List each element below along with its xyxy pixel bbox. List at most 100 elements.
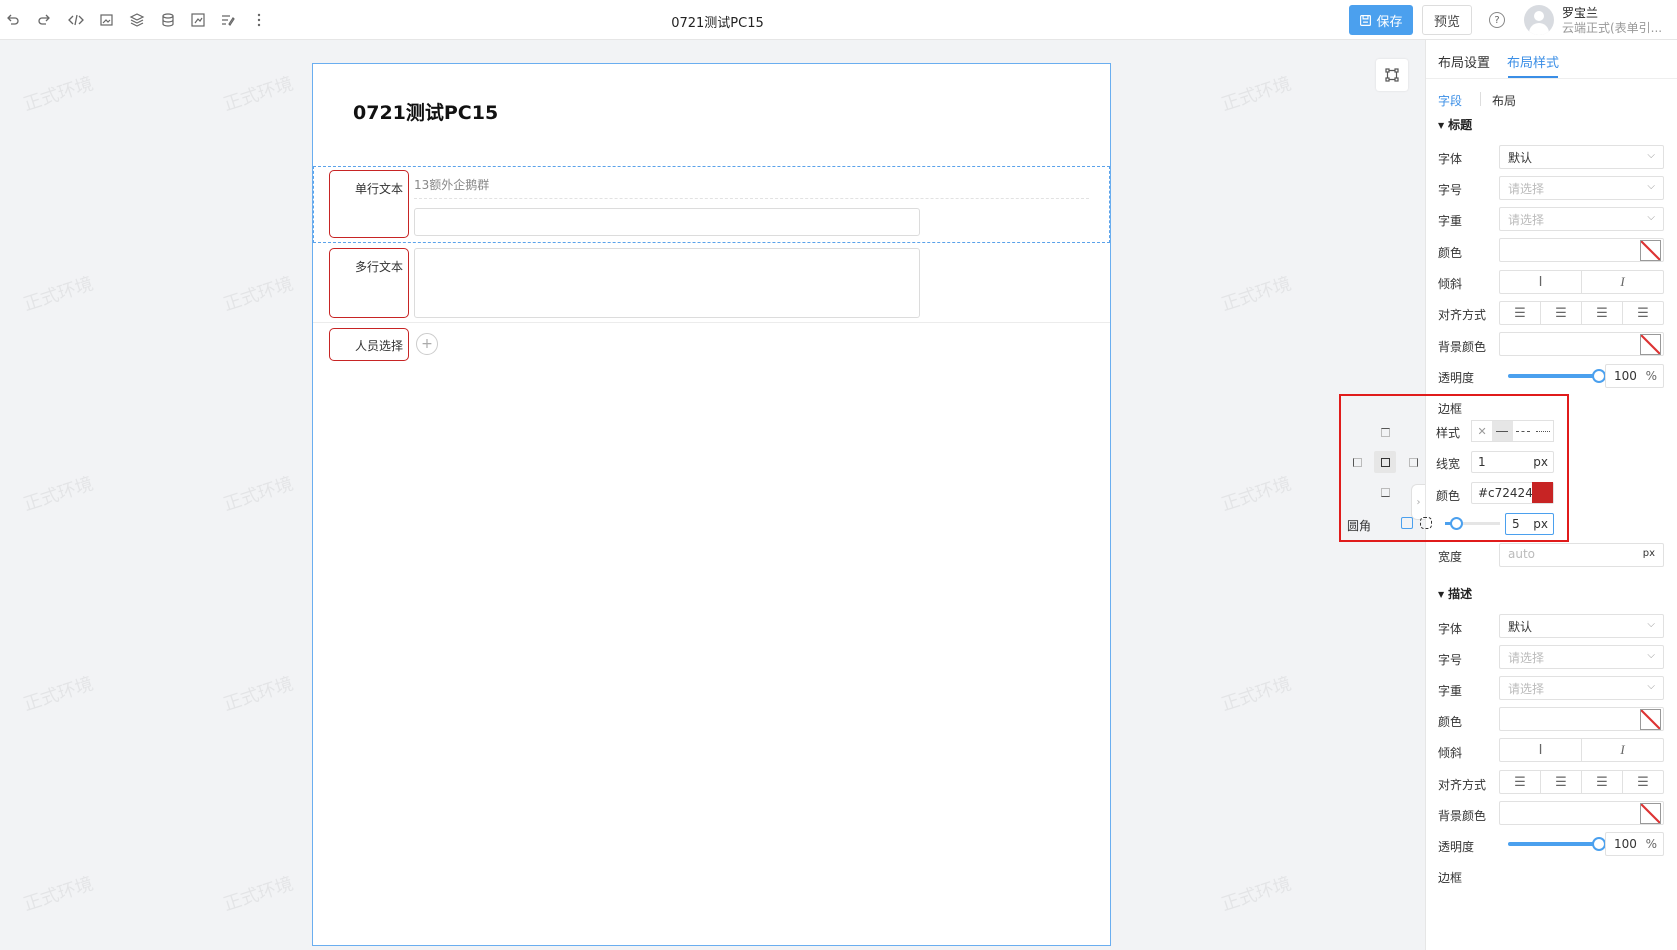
desc-weight-label: 字重	[1438, 684, 1463, 698]
no-color-swatch[interactable]	[1640, 240, 1661, 261]
caret-down-icon: ▼	[1438, 590, 1445, 599]
opacity-value: 100	[1614, 837, 1637, 851]
field-label-single-line[interactable]: 单行文本	[329, 170, 409, 238]
help-icon[interactable]: ?	[1489, 12, 1505, 28]
avatar[interactable]	[1524, 5, 1554, 35]
description-divider	[414, 198, 1089, 199]
watermark: 正式环境	[220, 873, 296, 916]
normal-text-icon[interactable]: I	[1500, 271, 1582, 293]
database-icon[interactable]	[159, 11, 177, 29]
align-left-icon[interactable]: ☰	[1500, 302, 1541, 324]
chevron-down-icon: ⌵	[1647, 150, 1655, 161]
title-opacity-slider[interactable]	[1508, 374, 1600, 378]
desc-weight-placeholder: 请选择	[1508, 682, 1545, 696]
no-color-swatch[interactable]	[1640, 709, 1661, 730]
width-placeholder: auto	[1508, 547, 1536, 561]
no-color-swatch[interactable]	[1640, 803, 1661, 824]
normal-text-icon[interactable]: I	[1500, 739, 1582, 761]
desc-bg-label: 背景颜色	[1438, 809, 1487, 823]
title-section-header[interactable]: ▼ 标题	[1438, 116, 1472, 133]
title-font-select[interactable]: 默认 ⌵	[1499, 145, 1664, 169]
redo-icon[interactable]	[35, 11, 53, 29]
layout-tool-icon[interactable]	[1376, 59, 1408, 91]
desc-weight-select[interactable]: 请选择 ⌵	[1499, 676, 1664, 700]
title-opacity-input[interactable]: 100%	[1605, 364, 1664, 388]
title-color-field[interactable]	[1499, 238, 1664, 262]
italic-icon[interactable]: I	[1582, 271, 1663, 293]
opacity-value: 100	[1614, 369, 1637, 383]
desc-italic-label: 倾斜	[1438, 746, 1463, 760]
align-left-icon[interactable]: ☰	[1500, 771, 1541, 793]
chart-icon[interactable]	[189, 11, 207, 29]
desc-bg-color-field[interactable]	[1499, 801, 1664, 825]
title-bg-color-field[interactable]	[1499, 332, 1664, 356]
chevron-down-icon: ⌵	[1647, 212, 1655, 223]
user-org[interactable]: 云端正式(表单引...	[1562, 19, 1672, 36]
align-justify-icon[interactable]: ☰	[1623, 302, 1663, 324]
watermark: 正式环境	[20, 273, 96, 316]
single-line-input[interactable]	[414, 208, 920, 236]
row-divider	[313, 322, 1110, 323]
preview-button[interactable]: 预览	[1422, 5, 1472, 35]
watermark: 正式环境	[220, 73, 296, 116]
watermark: 正式环境	[1218, 73, 1294, 116]
title-weight-select[interactable]: 请选择 ⌵	[1499, 207, 1664, 231]
italic-icon[interactable]: I	[1582, 739, 1663, 761]
align-right-icon[interactable]: ☰	[1582, 302, 1623, 324]
desc-opacity-slider[interactable]	[1508, 842, 1600, 846]
image-icon[interactable]	[98, 11, 116, 29]
title-bg-label: 背景颜色	[1438, 340, 1487, 354]
desc-opacity-label: 透明度	[1438, 840, 1475, 854]
title-opacity-label: 透明度	[1438, 371, 1475, 385]
top-toolbar: 0721测试PC15 保存 预览 ? 罗宝兰 云端正式(表单引...	[0, 0, 1677, 40]
tab-divider	[1426, 78, 1677, 79]
multi-line-textarea[interactable]	[414, 248, 920, 318]
title-opacity-slider-knob[interactable]	[1592, 369, 1606, 383]
tab-layout-settings[interactable]: 布局设置	[1438, 52, 1490, 71]
desc-opacity-input[interactable]: 100%	[1605, 832, 1664, 856]
watermark: 正式环境	[220, 273, 296, 316]
align-right-icon[interactable]: ☰	[1582, 771, 1623, 793]
code-icon[interactable]	[67, 11, 85, 29]
watermark: 正式环境	[20, 473, 96, 516]
watermark: 正式环境	[1218, 473, 1294, 516]
caret-down-icon: ▼	[1438, 121, 1445, 130]
field-description: 13额外企鹅群	[414, 178, 490, 192]
desc-section-header[interactable]: ▼ 描述	[1438, 585, 1472, 602]
width-unit: px	[1642, 548, 1655, 559]
desc-color-field[interactable]	[1499, 707, 1664, 731]
title-italic-label: 倾斜	[1438, 277, 1463, 291]
desc-opacity-slider-knob[interactable]	[1592, 837, 1606, 851]
title-weight-label: 字重	[1438, 214, 1463, 228]
edit-list-icon[interactable]	[219, 11, 237, 29]
desc-align-group: ☰ ☰ ☰ ☰	[1499, 770, 1664, 794]
no-color-swatch[interactable]	[1640, 334, 1661, 355]
watermark: 正式环境	[1218, 873, 1294, 916]
desc-font-label: 字体	[1438, 622, 1463, 636]
save-button[interactable]: 保存	[1349, 5, 1413, 35]
title-size-select[interactable]: 请选择 ⌵	[1499, 176, 1664, 200]
desc-color-label: 颜色	[1438, 715, 1463, 729]
form-canvas[interactable]: 0721测试PC15 单行文本 13额外企鹅群 多行文本 人员选择	[312, 63, 1111, 946]
align-justify-icon[interactable]: ☰	[1623, 771, 1663, 793]
title-align-label: 对齐方式	[1438, 308, 1487, 322]
layers-icon[interactable]	[128, 11, 146, 29]
tab-layout-style[interactable]: 布局样式	[1507, 52, 1559, 71]
undo-icon[interactable]	[4, 11, 22, 29]
desc-size-select[interactable]: 请选择 ⌵	[1499, 645, 1664, 669]
desc-font-value: 默认	[1508, 620, 1533, 634]
subtab-separator	[1480, 92, 1481, 106]
more-icon[interactable]	[250, 11, 268, 29]
title-width-input[interactable]: auto px	[1499, 543, 1664, 567]
subtab-layout[interactable]: 布局	[1492, 92, 1516, 109]
field-label-multi-line[interactable]: 多行文本	[329, 248, 409, 318]
form-title[interactable]: 0721测试PC15	[353, 98, 498, 125]
desc-font-select[interactable]: 默认 ⌵	[1499, 614, 1664, 638]
watermark: 正式环境	[20, 673, 96, 716]
title-align-group: ☰ ☰ ☰ ☰	[1499, 301, 1664, 325]
subtab-field[interactable]: 字段	[1438, 92, 1462, 109]
add-person-icon[interactable]: +	[416, 333, 438, 355]
field-label-person-select[interactable]: 人员选择	[329, 328, 409, 361]
align-center-icon[interactable]: ☰	[1541, 771, 1582, 793]
align-center-icon[interactable]: ☰	[1541, 302, 1582, 324]
